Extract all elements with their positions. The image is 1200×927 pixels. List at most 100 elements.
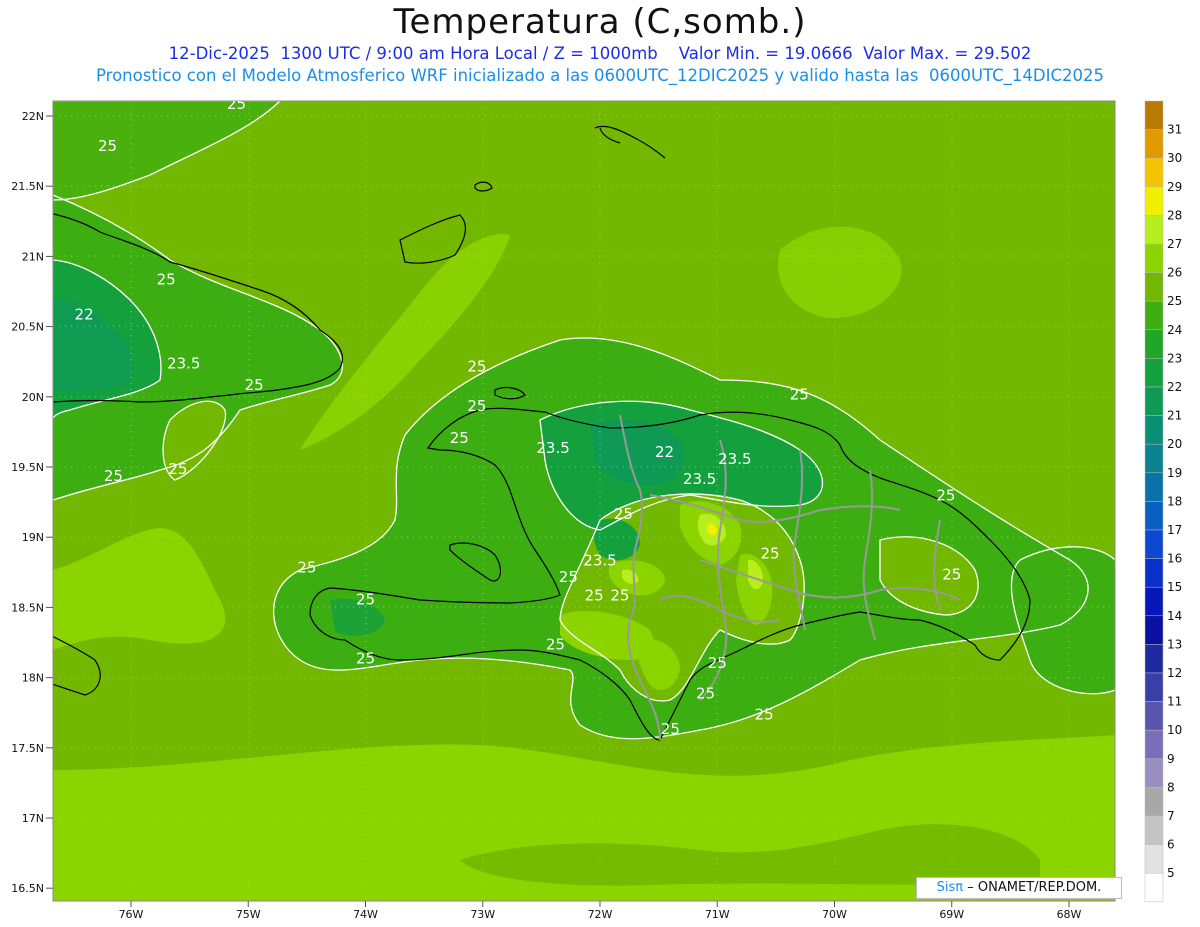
- lon-tick-label: 69W: [939, 908, 964, 921]
- legend-swatch: [1144, 644, 1164, 674]
- legend-swatch: [1144, 844, 1164, 874]
- contour-label: 25: [790, 386, 809, 404]
- legend-value-label: 24: [1167, 323, 1182, 337]
- longitude-axis: 76W 75W 74W 73W 72W 71W 70W 69W 68W: [119, 901, 1082, 921]
- contour-label: 25: [936, 487, 955, 505]
- credit-text: – ONAMET/REP.DOM.: [967, 880, 1102, 895]
- legend-value-label: 13: [1167, 637, 1182, 651]
- contour-label: 23.5: [718, 450, 751, 468]
- lon-tick-label: 74W: [353, 908, 378, 921]
- legend-swatch: [1144, 672, 1164, 702]
- legend-value-label: 27: [1167, 237, 1182, 251]
- contour-label: 25: [227, 95, 246, 113]
- contour-label: 25: [1116, 527, 1135, 545]
- legend-swatch: [1144, 501, 1164, 531]
- legend-swatch: [1144, 558, 1164, 588]
- legend-swatch: [1144, 787, 1164, 817]
- contour-label: 23.5: [583, 551, 616, 569]
- contour-label: 25: [696, 685, 715, 703]
- lon-tick-label: 76W: [119, 908, 144, 921]
- legend-swatch: [1144, 729, 1164, 760]
- contour-label: 25: [168, 460, 187, 478]
- legend-swatch: [1144, 443, 1164, 474]
- legend-value-label: 25: [1167, 294, 1182, 308]
- legend-value-label: 6: [1167, 838, 1175, 852]
- legend-value-label: 19: [1167, 466, 1182, 480]
- contour-label: 25: [297, 558, 316, 576]
- legend-value-label: 12: [1167, 666, 1182, 680]
- legend-swatch: [1144, 386, 1164, 416]
- contour-label: 25: [755, 706, 774, 724]
- legend-value-label: 8: [1167, 780, 1175, 794]
- legend-value-label: 20: [1167, 437, 1182, 451]
- legend-value-label: 29: [1167, 180, 1182, 194]
- legend-swatch: [1144, 758, 1164, 788]
- legend-swatch: [1144, 586, 1164, 617]
- legend-swatch: [1144, 529, 1164, 559]
- lon-tick-label: 72W: [588, 908, 613, 921]
- legend-swatch: [1144, 100, 1164, 130]
- legend-swatch: [1144, 186, 1164, 216]
- contour-label: 25: [356, 650, 375, 668]
- credit-box: Sisπ – ONAMET/REP.DOM.: [916, 877, 1122, 899]
- contour-label: 25: [157, 270, 176, 288]
- lon-tick-label: 68W: [1057, 908, 1082, 921]
- legend-swatch: [1144, 701, 1164, 731]
- contour-label: 25: [585, 586, 604, 604]
- contour-label: 25: [942, 565, 961, 583]
- lat-tick-label: 16.5N: [11, 882, 44, 895]
- lat-tick-label: 18N: [22, 672, 44, 685]
- legend-value-label: 11: [1167, 695, 1182, 709]
- contour-label: 25: [104, 467, 123, 485]
- legend-value-label: 17: [1167, 523, 1182, 537]
- lat-tick-label: 19N: [22, 531, 44, 544]
- legend-value-label: 31: [1167, 123, 1182, 137]
- contour-label: 25: [708, 654, 727, 672]
- contour-label: 25: [610, 586, 629, 604]
- contour-label: 23.5: [683, 470, 716, 488]
- contour-label: 25: [559, 568, 578, 586]
- legend-swatch: [1144, 472, 1164, 502]
- lat-tick-label: 22N: [22, 110, 44, 123]
- legend-value-label: 30: [1167, 151, 1182, 165]
- lat-tick-label: 21N: [22, 250, 44, 263]
- contour-label: 25: [356, 591, 375, 609]
- legend-swatch: [1144, 157, 1164, 188]
- legend-swatch: [1144, 872, 1164, 903]
- legend-swatch: [1144, 243, 1164, 273]
- lat-tick-label: 19.5N: [11, 461, 44, 474]
- lat-tick-label: 20N: [22, 391, 44, 404]
- lon-tick-label: 71W: [705, 908, 730, 921]
- legend-swatch: [1144, 215, 1164, 245]
- legend-value-label: 26: [1167, 266, 1182, 280]
- legend-colorbar: 31 30 29 28 27 26 25 24 23 22 21 20 19 18 17 16 15 14 13 12…: [1144, 100, 1182, 903]
- legend-value-label: 9: [1167, 752, 1175, 766]
- temperature-map: 31 30 29 28 27 26 25 24 23 22 21 20 19 18 17 16 15 14 13 12…: [11, 95, 1182, 921]
- lon-tick-label: 73W: [470, 908, 495, 921]
- contour-label: 25: [467, 397, 486, 415]
- lat-tick-label: 21.5N: [11, 180, 44, 193]
- legend-swatch: [1144, 815, 1164, 845]
- legend-value-label: 14: [1167, 609, 1182, 623]
- legend-swatch: [1144, 129, 1164, 159]
- contour-label: 25: [760, 544, 779, 562]
- legend-value-label: 10: [1167, 723, 1182, 737]
- contour-label: 25: [614, 505, 633, 523]
- legend-value-label: 22: [1167, 380, 1182, 394]
- contour-label: 25: [245, 376, 264, 394]
- contour-label: 22: [75, 306, 94, 324]
- sispi-logo: Sisπ: [936, 880, 964, 895]
- lat-tick-label: 20.5N: [11, 321, 44, 334]
- contour-label: 25: [546, 636, 565, 654]
- legend-swatch: [1144, 300, 1164, 331]
- legend-value-label: 15: [1167, 580, 1182, 594]
- contour-label: 23.5: [167, 355, 200, 373]
- legend-swatch: [1144, 615, 1164, 645]
- legend-value-label: 21: [1167, 409, 1182, 423]
- lat-tick-label: 17N: [22, 812, 44, 825]
- lon-tick-label: 75W: [236, 908, 261, 921]
- contour-label: 25: [661, 720, 680, 738]
- contour-label: 22: [655, 443, 674, 461]
- latitude-axis: 22N 21.5N 21N 20.5N 20N 19.5N 19N 18.5N 18N 17.5N…: [11, 110, 53, 895]
- lat-tick-label: 17.5N: [11, 742, 44, 755]
